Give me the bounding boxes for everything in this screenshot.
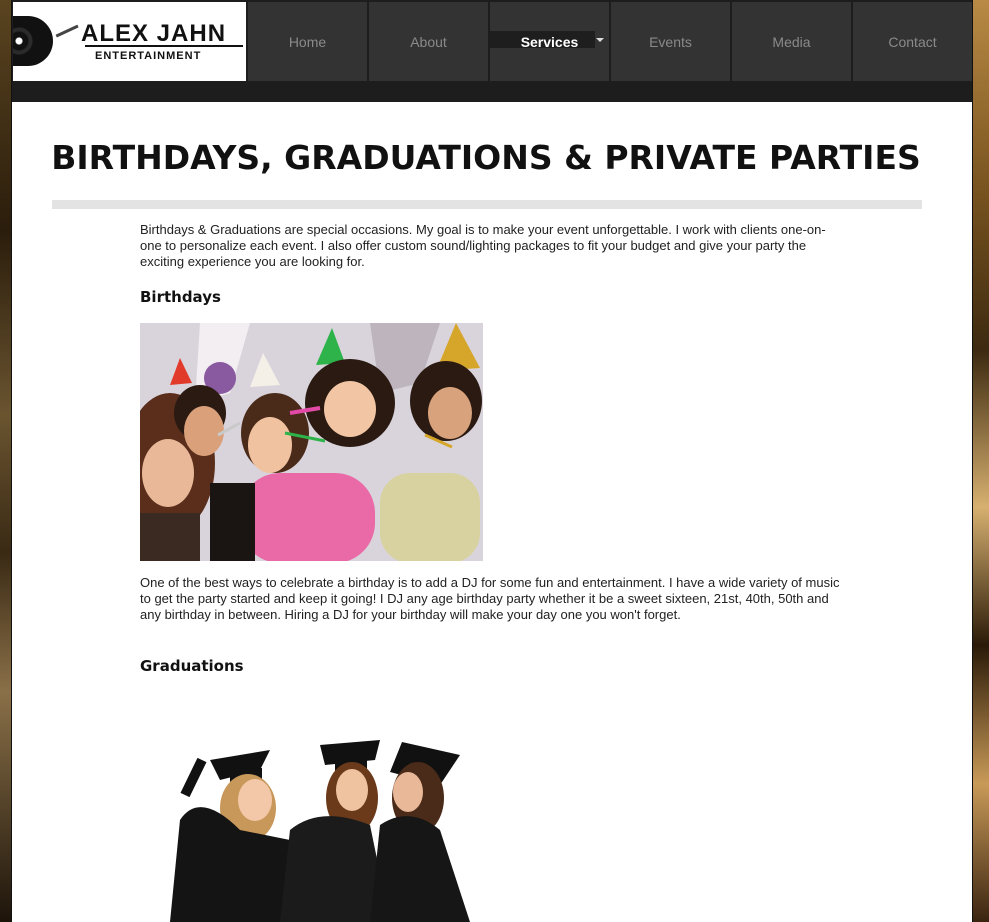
birthday-party-illustration (140, 323, 483, 561)
section-heading-birthdays: Birthdays (140, 288, 221, 306)
birthday-party-photo (140, 323, 483, 561)
logo-subtitle: ENTERTAINMENT (95, 50, 202, 62)
page-background-right (973, 0, 989, 922)
intro-paragraph: Birthdays & Graduations are special occa… (140, 222, 826, 269)
page-title: BIRTHDAYS, GRADUATIONS & PRIVATE PARTIES (51, 138, 921, 177)
nav-item-media[interactable]: Media (732, 2, 851, 81)
nav-item-services[interactable]: Services (490, 2, 609, 81)
site-header: ALEX JAHN ENTERTAINMENT Home About Servi… (12, 0, 972, 102)
nav-item-contact[interactable]: Contact (853, 2, 972, 81)
chevron-down-icon[interactable] (596, 38, 604, 42)
nav-item-events[interactable]: Events (611, 2, 730, 81)
site-logo[interactable]: ALEX JAHN ENTERTAINMENT (13, 2, 246, 81)
nav-item-label: Events (649, 33, 692, 50)
vinyl-record-icon (13, 16, 53, 66)
section-heading-graduations: Graduations (140, 657, 244, 675)
graduates-illustration (140, 700, 480, 922)
nav-item-label: Media (772, 33, 811, 50)
title-divider (52, 200, 922, 209)
nav-item-label: Home (288, 33, 327, 50)
logo-title: ALEX JAHN (81, 20, 227, 47)
nav-item-label: Contact (888, 33, 937, 50)
nav-item-home[interactable]: Home (248, 2, 367, 81)
graduation-photo (140, 700, 480, 922)
microphone-icon (51, 15, 79, 38)
birthdays-paragraph: One of the best ways to celebrate a birt… (140, 575, 840, 622)
nav-item-about[interactable]: About (369, 2, 488, 81)
logo-divider (85, 45, 243, 47)
nav-item-label: Services (520, 33, 579, 50)
nav-item-label: About (410, 33, 447, 50)
content-frame: ALEX JAHN ENTERTAINMENT Home About Servi… (11, 0, 973, 922)
